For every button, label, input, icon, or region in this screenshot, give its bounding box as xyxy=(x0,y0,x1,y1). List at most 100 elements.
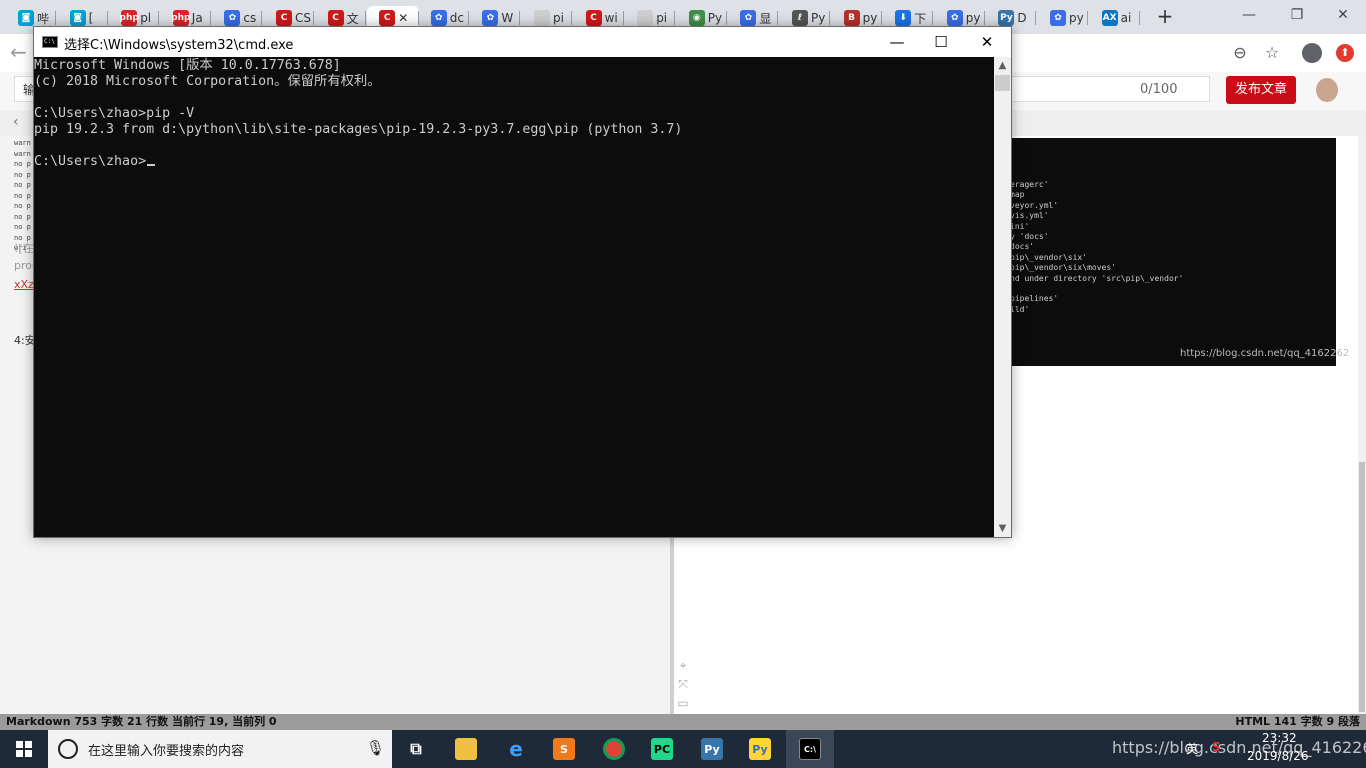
zoom-out-icon[interactable]: ⊖ xyxy=(1229,42,1251,64)
tab-separator xyxy=(829,11,830,25)
tab-separator xyxy=(880,11,882,25)
editor-text-fragment: xXz xyxy=(14,278,34,291)
tab-label: 显 xyxy=(759,11,772,26)
tab-label: 文 xyxy=(346,11,359,26)
input-language-indicator[interactable]: 英 xyxy=(1186,740,1198,757)
tab-favicon-icon: php xyxy=(171,10,190,26)
tab-label: Py xyxy=(707,11,723,25)
browser-minimize-button[interactable]: — xyxy=(1226,4,1272,26)
back-arrow-icon[interactable]: ← xyxy=(10,42,32,64)
cmd-taskbar-icon[interactable]: C:\ xyxy=(786,730,834,768)
console-line: C:\Users\zhao>pip -V xyxy=(34,106,195,121)
tab-label: Py xyxy=(811,11,826,25)
cmd-scrollbar-thumb[interactable] xyxy=(995,75,1010,91)
cmd-console-output[interactable]: Microsoft Windows [版本 10.0.17763.678] (c… xyxy=(34,57,994,537)
file-explorer-icon[interactable] xyxy=(442,730,490,768)
update-icon[interactable]: ⬆ xyxy=(1336,44,1354,62)
preview-image-text: pip\_vendor\six\moves' xyxy=(1010,263,1116,273)
editor-code-line: no p xyxy=(14,160,31,168)
cmd-scrollbar[interactable]: ▲ ▼ xyxy=(994,57,1011,537)
tab-favicon-icon: ✿ xyxy=(1050,10,1066,26)
expand-icon[interactable]: ⤧ xyxy=(676,677,690,691)
sogou-ime-icon[interactable]: S xyxy=(1212,740,1221,754)
tab-label: ai xyxy=(1120,11,1132,25)
cmd-window[interactable]: C:\ 选择C:\Windows\system32\cmd.exe — ☐ ✕ … xyxy=(33,26,1012,538)
editor-code-line: warn xyxy=(14,139,31,147)
console-line: (c) 2018 Microsoft Corporation。保留所有权利。 xyxy=(34,74,381,89)
pycharm-icon[interactable]: PC xyxy=(638,730,686,768)
preview-image-text: nd under directory 'src\pip\_vendor' xyxy=(1010,273,1184,283)
chevron-left-icon[interactable]: ‹ xyxy=(13,114,19,130)
tab-favicon-icon: ⬇ xyxy=(895,10,912,26)
tab-favicon-icon: ℓ xyxy=(792,10,808,26)
scroll-down-arrow-icon[interactable]: ▼ xyxy=(994,520,1011,537)
tab-separator xyxy=(571,11,572,25)
user-avatar[interactable] xyxy=(1316,78,1338,102)
cmd-minimize-button[interactable]: — xyxy=(874,27,920,57)
tab-separator xyxy=(932,11,934,25)
browser-tab[interactable]: AX ai xyxy=(1090,6,1140,30)
tab-label[interactable]: ✕ xyxy=(398,11,408,25)
tray-date[interactable]: 2019/8/26 xyxy=(1247,749,1309,763)
task-view-icon[interactable]: ⧉ xyxy=(392,730,440,768)
browser-close-button[interactable]: ✕ xyxy=(1320,4,1366,26)
cmd-title-bar[interactable]: C:\ 选择C:\Windows\system32\cmd.exe — ☐ ✕ xyxy=(34,27,1011,57)
new-tab-button[interactable]: + xyxy=(1155,6,1175,27)
python-icon[interactable]: Py xyxy=(688,730,736,768)
preview-image-text: pipelines' xyxy=(1010,294,1059,304)
browser-tab[interactable]: ✿ py xyxy=(1038,6,1088,30)
tab-label: D xyxy=(1017,11,1027,25)
tab-separator xyxy=(674,11,676,25)
editor-text-fragment: ![在 xyxy=(14,242,34,255)
start-button[interactable] xyxy=(0,730,48,768)
tab-label: [ xyxy=(88,11,94,25)
tab-separator xyxy=(1087,11,1088,25)
console-prompt: C:\Users\zhao> xyxy=(34,154,147,169)
page-watermark: https://blog.csdn.net/qq_41622627 xyxy=(1112,738,1366,757)
tab-separator xyxy=(622,11,624,25)
tray-time[interactable]: 23:32 xyxy=(1262,731,1297,745)
taskbar-search-box[interactable]: 在这里输入你要搜索的内容 🎙 xyxy=(48,730,392,768)
tab-label: pl xyxy=(140,11,152,25)
tab-favicon-icon: php xyxy=(120,10,139,26)
tab-label: py xyxy=(1069,11,1084,25)
tab-separator xyxy=(1138,11,1140,25)
publish-article-button[interactable]: 发布文章 xyxy=(1226,76,1296,104)
tab-label: pi xyxy=(656,11,668,25)
editor-code-line: warn xyxy=(14,149,31,158)
python-idle-icon[interactable]: Py xyxy=(736,730,784,768)
editor-status-bar: Markdown 753 字数 21 行数 当前行 19, 当前列 0 HTML… xyxy=(0,714,1366,730)
tab-separator xyxy=(519,11,521,25)
crosshair-icon[interactable]: ⌖ xyxy=(676,658,690,672)
preview-scrollbar-thumb[interactable] xyxy=(1359,462,1365,712)
profile-icon[interactable] xyxy=(1302,43,1322,63)
sublime-text-icon[interactable]: S xyxy=(540,730,588,768)
microphone-icon[interactable]: 🎙 xyxy=(366,739,385,757)
status-left-text: Markdown 753 字数 21 行数 当前行 19, 当前列 0 xyxy=(6,715,277,728)
tab-label: Ja xyxy=(191,11,203,25)
tab-label: W xyxy=(501,11,514,25)
preview-image-text: y 'docs' xyxy=(1010,232,1049,241)
tab-separator xyxy=(313,11,314,25)
monitor-icon[interactable]: ▭ xyxy=(676,696,690,710)
tab-separator xyxy=(158,11,160,25)
browser-maximize-button[interactable]: ❐ xyxy=(1274,4,1320,26)
tab-separator xyxy=(725,11,727,25)
tab-label: py xyxy=(862,11,878,25)
tab-label: pi xyxy=(553,11,564,25)
cmd-maximize-button[interactable]: ☐ xyxy=(918,27,964,57)
taskbar-search-placeholder: 在这里输入你要搜索的内容 xyxy=(88,744,245,759)
preview-image-text: ild' xyxy=(1010,304,1030,314)
bookmark-star-icon[interactable]: ☆ xyxy=(1261,42,1283,64)
tab-separator xyxy=(209,11,211,25)
image-watermark: https://blog.csdn.net/qq_4162262 xyxy=(1180,348,1350,359)
editor-code-line: no p xyxy=(14,212,31,221)
tab-favicon-icon: C xyxy=(379,10,396,26)
cmd-close-button[interactable]: ✕ xyxy=(964,27,1010,57)
chrome-icon[interactable] xyxy=(590,730,638,768)
tab-favicon-icon: ◉ xyxy=(688,10,705,26)
tab-favicon-icon xyxy=(637,10,654,26)
scroll-up-arrow-icon[interactable]: ▲ xyxy=(994,57,1011,74)
edge-browser-icon[interactable]: e xyxy=(492,730,540,768)
tab-favicon-icon: B xyxy=(843,10,860,26)
